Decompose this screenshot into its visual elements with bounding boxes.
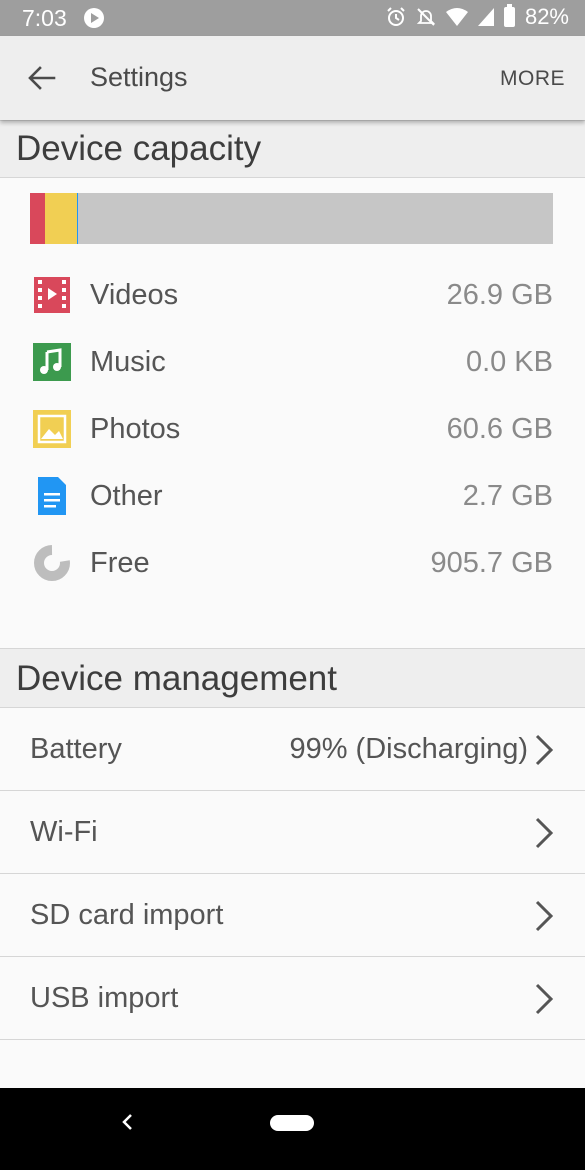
pie-icon: [34, 544, 71, 581]
system-nav-bar: [0, 1088, 585, 1170]
section-title: Device management: [16, 659, 337, 698]
storage-value: 60.6 GB: [446, 413, 553, 445]
storage-label: Videos: [90, 279, 179, 311]
device-capacity-header: Device capacity: [0, 120, 585, 178]
storage-row-free: Free 905.7 GB: [0, 532, 585, 592]
battery-percent: 82%: [524, 4, 569, 29]
wifi-row[interactable]: Wi-Fi: [0, 791, 585, 874]
usb-import-row[interactable]: USB import: [0, 957, 585, 1040]
storage-label: Photos: [90, 413, 181, 445]
wifi-icon: [445, 8, 468, 26]
device-management-header: Device management: [0, 648, 585, 708]
capacity-segment-videos: [30, 193, 45, 244]
storage-value: 2.7 GB: [462, 480, 553, 512]
status-icons: 82%: [386, 4, 569, 30]
video-icon: [34, 277, 70, 313]
storage-row-other: Other 2.7 GB: [0, 465, 585, 525]
document-icon: [38, 477, 66, 515]
app-bar: Settings MORE: [0, 36, 585, 120]
row-label: Battery: [30, 733, 122, 765]
battery-row[interactable]: Battery 99% (Discharging): [0, 708, 585, 791]
storage-row-music: Music 0.0 KB: [0, 331, 585, 391]
battery-status: 99% (Discharging): [289, 733, 528, 765]
storage-value: 0.0 KB: [465, 346, 553, 378]
notifications-off-icon: [416, 8, 436, 26]
more-button[interactable]: MORE: [500, 67, 565, 91]
row-label: SD card import: [30, 899, 224, 931]
capacity-segment-photos: [44, 193, 77, 244]
capacity-segment-free: [78, 193, 553, 244]
chevron-right-icon: [535, 900, 554, 932]
row-label: USB import: [30, 982, 179, 1014]
storage-label: Other: [90, 480, 163, 512]
storage-label: Free: [90, 547, 150, 579]
chevron-right-icon: [535, 734, 554, 766]
nav-back-icon[interactable]: [117, 1111, 139, 1133]
page-title: Settings: [90, 62, 188, 92]
photo-icon: [33, 410, 71, 448]
storage-label: Music: [90, 346, 166, 378]
back-arrow-icon[interactable]: [24, 60, 60, 96]
media-play-icon: [84, 8, 104, 28]
battery-icon: [503, 4, 515, 27]
storage-row-videos: Videos 26.9 GB: [0, 264, 585, 324]
row-label: Wi-Fi: [30, 816, 98, 848]
signal-icon: [477, 8, 494, 26]
storage-value: 26.9 GB: [446, 279, 553, 311]
capacity-bar: [30, 193, 553, 244]
sd-card-import-row[interactable]: SD card import: [0, 874, 585, 957]
alarm-icon: [387, 7, 405, 26]
storage-row-photos: Photos 60.6 GB: [0, 398, 585, 458]
status-time: 7:03: [22, 5, 67, 31]
section-title: Device capacity: [16, 129, 262, 168]
music-icon: [33, 343, 71, 381]
chevron-right-icon: [535, 983, 554, 1015]
nav-home-pill[interactable]: [270, 1115, 314, 1131]
chevron-right-icon: [535, 817, 554, 849]
status-bar: 7:03 82%: [0, 0, 585, 36]
storage-value: 905.7 GB: [430, 547, 553, 579]
